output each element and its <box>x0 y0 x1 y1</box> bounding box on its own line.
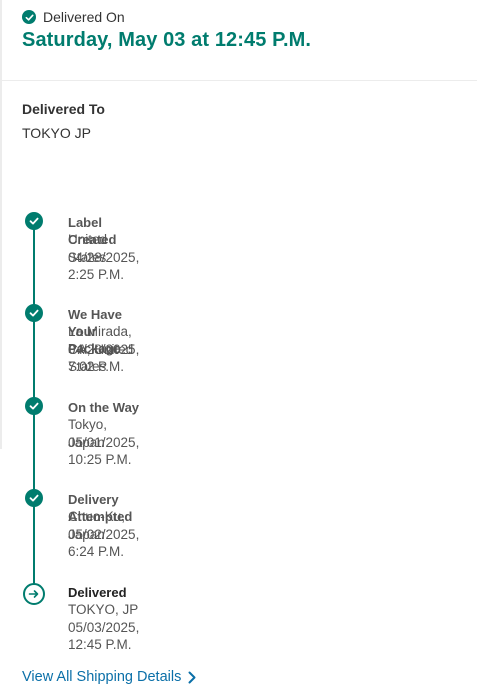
timeline-event: On the Way Tokyo, Japan 05/01/2025, 10:2… <box>68 399 140 468</box>
view-all-label: View All Shipping Details <box>22 669 182 685</box>
status-label: Delivered On <box>43 9 125 25</box>
check-circle-icon <box>22 10 36 24</box>
event-title: Delivery Attempted <box>68 492 133 524</box>
event-location: La Mirada, CA, United States <box>68 324 134 374</box>
event-datetime: 05/03/2025, 12:45 P.M. <box>68 619 140 653</box>
chevron-right-icon <box>188 671 196 684</box>
delivered-to-value: TOKYO JP <box>22 125 91 141</box>
delivered-to-label: Delivered To <box>22 101 105 117</box>
timeline-event: Label Created United States 04/28/2025, … <box>68 214 140 283</box>
event-datetime: 05/02/2025, 6:24 P.M. <box>68 526 140 560</box>
event-datetime: 05/01/2025, 10:25 P.M. <box>68 434 140 468</box>
status-row: Delivered On <box>22 7 311 27</box>
view-all-shipping-details-link[interactable]: View All Shipping Details <box>22 669 196 685</box>
event-title: We Have Your Package <box>68 307 122 356</box>
left-border <box>0 0 2 449</box>
delivered-to-section: Delivered To TOKYO JP <box>22 101 105 141</box>
event-location: Tokyo, Japan <box>68 417 108 450</box>
event-location: United States <box>68 232 108 265</box>
event-datetime: 04/28/2025, 7:02 P.M. <box>68 341 140 375</box>
section-divider <box>2 80 477 81</box>
delivery-status-header: Delivered On Saturday, May 03 at 12:45 P… <box>22 7 311 52</box>
check-circle-icon <box>25 397 43 415</box>
event-location: TOKYO, JP <box>68 602 139 617</box>
timeline-event: Delivery Attempted Chuo-Ku, Japan 05/02/… <box>68 491 140 560</box>
event-title: Label Created <box>68 215 117 247</box>
timeline-event: We Have Your Package La Mirada, CA, Unit… <box>68 306 140 375</box>
event-title: On the Way <box>68 400 140 415</box>
check-circle-icon <box>25 304 43 322</box>
check-circle-icon <box>25 212 43 230</box>
timeline-event-current: Delivered TOKYO, JP 05/03/2025, 12:45 P.… <box>68 584 140 653</box>
arrow-right-circle-icon <box>23 583 45 605</box>
event-title: Delivered <box>68 585 127 600</box>
check-circle-icon <box>25 489 43 507</box>
event-datetime: 04/28/2025, 2:25 P.M. <box>68 249 140 283</box>
delivery-date: Saturday, May 03 at 12:45 P.M. <box>22 29 312 51</box>
